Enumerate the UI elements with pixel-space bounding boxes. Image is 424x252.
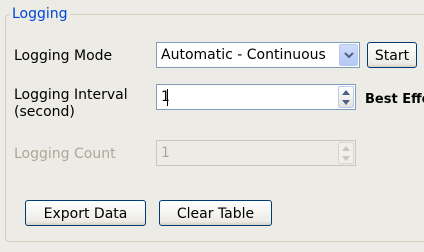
export-data-button[interactable]: Export Data bbox=[25, 200, 146, 226]
best-effort-note: Best Effort bbox=[365, 92, 424, 107]
logging-count-spinner[interactable]: 1 bbox=[156, 140, 356, 166]
combo-dropdown-button[interactable] bbox=[339, 44, 358, 66]
logging-count-label: Logging Count bbox=[14, 146, 116, 162]
logging-interval-value[interactable]: 1 bbox=[161, 88, 170, 106]
text-caret bbox=[167, 89, 168, 106]
logging-mode-select[interactable]: Automatic - Continuous bbox=[156, 42, 360, 68]
spin-up-icon[interactable] bbox=[342, 145, 350, 151]
logging-mode-label: Logging Mode bbox=[14, 48, 113, 64]
start-button[interactable]: Start bbox=[367, 42, 417, 68]
logging-count-spin-buttons[interactable] bbox=[338, 142, 354, 164]
spin-down-icon[interactable] bbox=[342, 155, 350, 161]
spin-down-icon[interactable] bbox=[342, 99, 350, 105]
spin-up-icon[interactable] bbox=[342, 89, 350, 95]
chevron-down-icon bbox=[343, 51, 354, 58]
logging-panel: Logging Logging Mode Automatic - Continu… bbox=[0, 0, 424, 252]
logging-interval-unit-label: (second) bbox=[14, 104, 75, 120]
clear-table-button[interactable]: Clear Table bbox=[159, 200, 272, 226]
groupbox-title: Logging bbox=[10, 5, 70, 23]
logging-interval-spinner[interactable]: 1 bbox=[156, 84, 356, 110]
logging-mode-value: Automatic - Continuous bbox=[161, 47, 326, 63]
logging-count-value[interactable]: 1 bbox=[161, 144, 170, 162]
logging-interval-spin-buttons[interactable] bbox=[338, 86, 354, 108]
logging-interval-label: Logging Interval bbox=[14, 87, 128, 103]
